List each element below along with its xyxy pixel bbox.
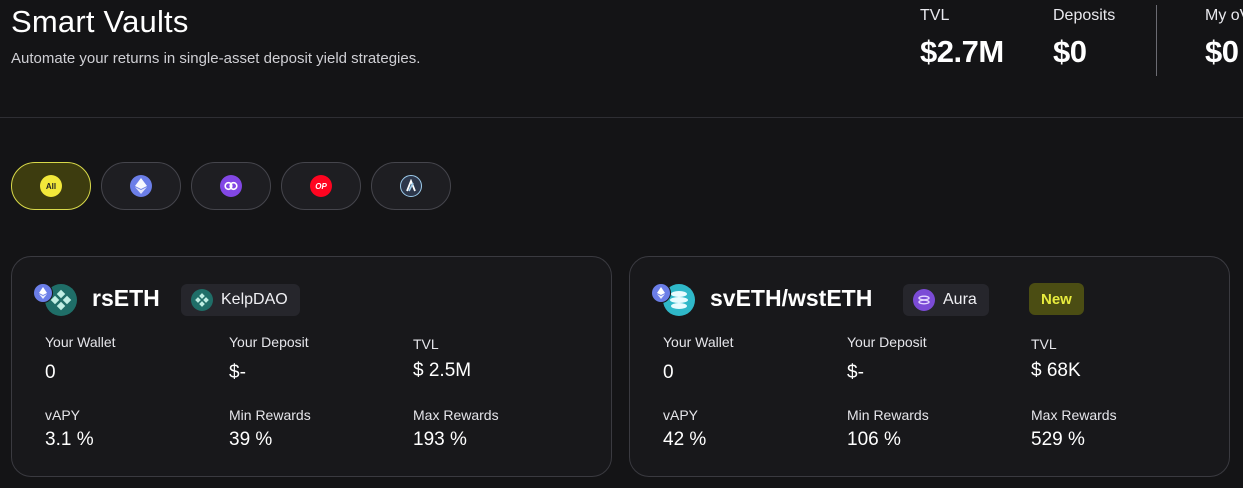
arbitrum-icon [400,175,422,197]
kelpdao-icon [191,289,213,311]
filter-ethereum[interactable] [101,162,181,210]
tvl-value: $ 2.5M [413,360,472,381]
max-rewards-value: 193 % [413,429,467,450]
tvl-label: TVL [920,7,950,24]
ethereum-chain-icon [33,283,53,303]
wallet-label: Your Wallet [45,334,116,350]
tvl-label: TVL [1031,336,1057,352]
my-ovault-label: My oV [1205,7,1243,24]
deposits-value: $0 [1053,34,1087,69]
vapy-value: 3.1 % [45,429,94,450]
vapy-label: vAPY [45,407,81,423]
wallet-value: 0 [663,362,674,383]
deposits-label: Deposits [1053,7,1116,24]
vault-name: svETH/wstETH [710,285,873,311]
protocol-name: KelpDAO [221,291,288,308]
vapy-label: vAPY [663,407,699,423]
my-ovault-value: $0 [1205,34,1239,69]
vapy-value: 42 % [663,429,707,450]
min-rewards-label: Min Rewards [229,407,311,423]
filter-all[interactable]: All [11,162,91,210]
new-badge: New [1029,283,1084,315]
protocol-name: Aura [943,291,977,308]
vault-name: rsETH [92,285,160,311]
min-rewards-value: 39 % [229,429,273,450]
tvl-value: $2.7M [920,34,1004,69]
page-title: Smart Vaults [11,4,189,39]
page-subtitle: Automate your returns in single-asset de… [11,50,421,67]
vault-card-rseth[interactable]: rsETH KelpDAO Your Wallet 0 Your Deposit… [11,256,612,477]
vault-card-sveth-wsteth[interactable]: svETH/wstETH Aura New Your Wallet 0 Your… [629,256,1230,477]
stats-divider [1156,5,1157,76]
polygon-icon [220,175,242,197]
filter-polygon[interactable] [191,162,271,210]
min-rewards-label: Min Rewards [847,407,929,423]
ethereum-chain-icon [651,283,671,303]
aura-icon [913,289,935,311]
deposit-label: Your Deposit [847,334,927,350]
wallet-label: Your Wallet [663,334,734,350]
wallet-value: 0 [45,362,56,383]
protocol-tag: Aura [903,284,989,316]
min-rewards-value: 106 % [847,429,901,450]
ethereum-icon [130,175,152,197]
header-divider [0,117,1243,118]
protocol-tag: KelpDAO [181,284,300,316]
optimism-icon: OP [310,175,332,197]
filter-arbitrum[interactable] [371,162,451,210]
deposit-value: $- [229,362,246,383]
deposit-label: Your Deposit [229,334,309,350]
max-rewards-label: Max Rewards [1031,407,1117,423]
tvl-label: TVL [413,336,439,352]
max-rewards-label: Max Rewards [413,407,499,423]
filter-optimism[interactable]: OP [281,162,361,210]
tvl-value: $ 68K [1031,360,1081,381]
max-rewards-value: 529 % [1031,429,1085,450]
deposit-value: $- [847,362,864,383]
all-icon: All [40,175,62,197]
